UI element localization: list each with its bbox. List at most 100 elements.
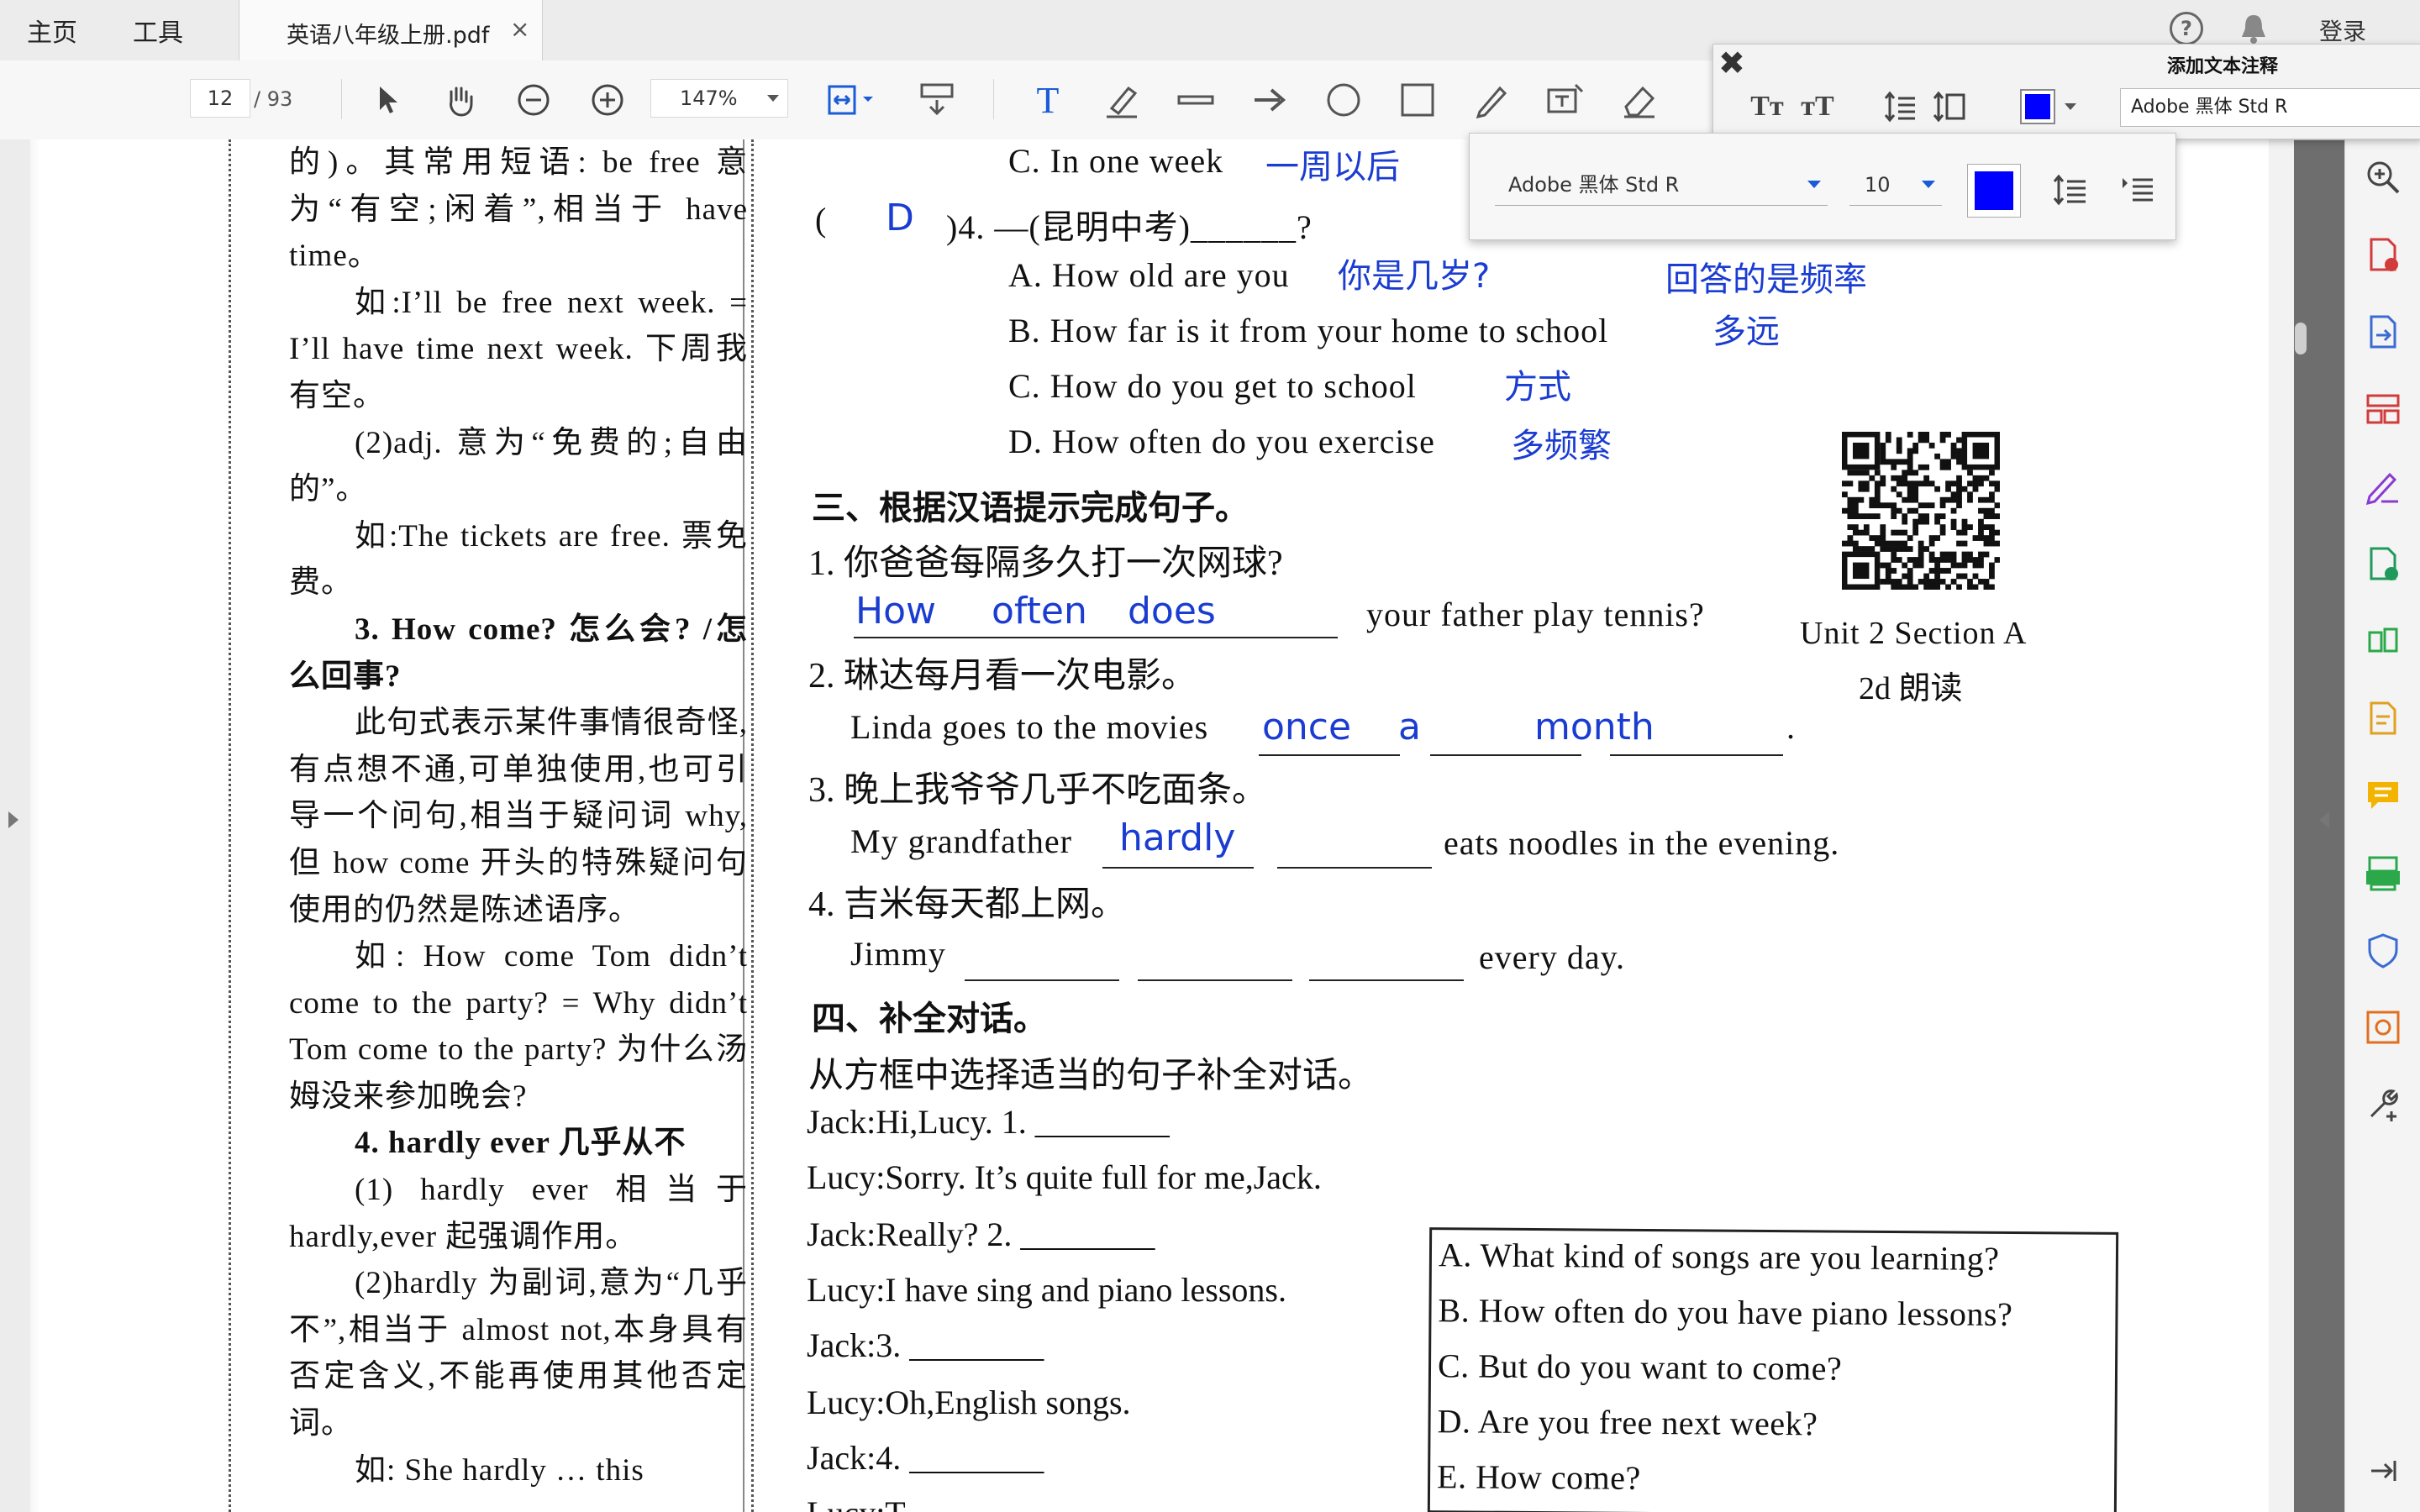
question-4-answer: D	[886, 197, 914, 239]
section-3-item-2-cn: 2. 琳达每月看一次电影。	[808, 657, 1197, 696]
chevron-down-icon[interactable]	[2060, 88, 2081, 125]
pencil-icon[interactable]	[1472, 81, 1511, 119]
dialog-line: Lucy:Sorry. It’s quite full for me,Jack.	[807, 1158, 1322, 1196]
section-3-item-2-en: Linda goes to the movies	[850, 708, 1209, 746]
dialog-line: Jack:4. ________	[807, 1439, 1044, 1477]
paragraph-spacing-icon[interactable]	[1930, 88, 1967, 125]
text-annotation-panel: ✖ 添加文本注释 Tт тT Adobe 黑体 Std R	[1712, 44, 2420, 139]
expand-left-panel-icon[interactable]	[8, 811, 18, 828]
login-link[interactable]: 登录	[2319, 13, 2366, 47]
edit-pdf-icon[interactable]	[2362, 543, 2404, 585]
color-fill	[1975, 171, 2013, 210]
section-3-heading: 三、根据汉语提示完成句子。	[812, 489, 1249, 528]
toolbar-divider	[993, 79, 994, 119]
font-properties-popover: Adobe 黑体 Std R 10	[1469, 133, 2176, 240]
increase-text-size-icon[interactable]: тT	[1799, 88, 1836, 125]
create-form-icon[interactable]	[2362, 697, 2404, 739]
option-b: B. How far is it from your home to schoo…	[1008, 312, 1609, 349]
line-spacing-icon[interactable]	[1881, 88, 1918, 125]
font-size-select[interactable]: 10	[1849, 164, 1942, 206]
paragraph: 此句式表示某件事情很奇怪,有点想不通,可单独使用,也可引导一个问句,相当于疑问词…	[289, 706, 748, 927]
handwritten-note: 方式	[1504, 368, 1571, 407]
tab-home[interactable]: 主页	[27, 12, 77, 49]
document-tab-title: 英语八年级上册.pdf	[287, 23, 490, 49]
answer-line	[1138, 979, 1292, 981]
handwritten-note: 多频繁	[1511, 427, 1612, 465]
optimize-icon[interactable]	[2362, 1006, 2404, 1048]
font-size-value: 10	[1865, 173, 1891, 197]
font-family-select[interactable]: Adobe 黑体 Std R	[1495, 164, 1828, 206]
arrow-tool-icon[interactable]	[1250, 81, 1289, 119]
paragraph: (2)adj. 意为“免费的;自由的”。	[289, 425, 748, 507]
notification-bell-icon[interactable]	[2238, 12, 2269, 45]
ellipse-tool-icon[interactable]	[1324, 81, 1363, 119]
add-text-icon[interactable]: T	[1028, 80, 1067, 121]
question-4-stem: )4. —(昆明中考)______?	[946, 208, 1313, 246]
close-tab-icon[interactable]: ×	[510, 15, 529, 43]
collapse-right-panel-icon[interactable]	[2319, 811, 2329, 828]
zoom-out-icon[interactable]	[514, 81, 553, 119]
zoom-in-icon[interactable]	[588, 81, 627, 119]
dialog-line: Lucy:T...	[807, 1494, 929, 1512]
combine-files-icon[interactable]	[2362, 620, 2404, 662]
tab-tools[interactable]: 工具	[133, 12, 183, 49]
qr-code	[1842, 432, 2000, 590]
period: .	[1786, 708, 1795, 746]
scroll-mode-icon[interactable]	[918, 81, 956, 119]
search-zoom-icon[interactable]	[2362, 156, 2404, 198]
annotation-panel-title: 添加文本注释	[2167, 56, 2279, 77]
option-d: D. How often do you exercise	[1008, 423, 1435, 460]
close-icon[interactable]: ✖	[1718, 45, 1745, 81]
vertical-scrollbar[interactable]	[2269, 139, 2294, 1512]
line-tool-icon[interactable]	[1176, 81, 1215, 119]
pdf-page: 的)。其常用短语: be free 意为“有空;闲着”,相当于 have tim…	[30, 139, 2294, 1512]
paragraph-heading: 3. How come? 怎么会? /怎么回事?	[289, 612, 748, 694]
dialog-line: Jack:3. ________	[807, 1326, 1044, 1364]
select-cursor-icon[interactable]	[368, 81, 407, 119]
comment-icon[interactable]	[2362, 774, 2404, 816]
column-border	[229, 139, 231, 1512]
paragraph: (2)hardly 为副词,意为“几乎不”,相当于 almost not,本身具…	[289, 1266, 748, 1441]
section-4-heading: 四、补全对话。	[812, 1000, 1047, 1038]
decrease-text-size-icon[interactable]: Tт	[1749, 88, 1786, 125]
create-pdf-icon[interactable]	[2362, 234, 2404, 276]
answer-line	[1277, 867, 1432, 869]
export-pdf-icon[interactable]	[2362, 311, 2404, 353]
more-tools-icon[interactable]	[2362, 1084, 2404, 1126]
qr-caption-line1: Unit 2 Section A	[1800, 616, 2028, 651]
annotation-font-field[interactable]: Adobe 黑体 Std R	[2120, 88, 2420, 127]
rectangle-tool-icon[interactable]	[1398, 81, 1437, 119]
zoom-level-select[interactable]: 147%	[650, 79, 788, 118]
chevron-down-icon	[1922, 181, 1935, 188]
page-total: / 93	[254, 87, 293, 111]
collapse-panel-icon[interactable]	[2362, 1450, 2404, 1492]
line-spacing-icon[interactable]	[2049, 169, 2091, 211]
scan-icon[interactable]	[2362, 852, 2404, 894]
right-tools-panel	[2344, 139, 2420, 1512]
tab-document[interactable]: 英语八年级上册.pdf ×	[239, 0, 543, 60]
protect-icon[interactable]	[2362, 929, 2404, 971]
fill-sign-icon[interactable]	[2362, 465, 2404, 507]
handwritten-note: 多远	[1712, 312, 1780, 351]
page-number-input[interactable]: 12	[190, 79, 250, 118]
list-indent-icon[interactable]	[2117, 169, 2159, 211]
section-4-instruction: 从方框中选择适当的句子补全对话。	[808, 1057, 1374, 1095]
question-4-paren: (	[815, 201, 827, 239]
answer-line	[1259, 754, 1400, 756]
option-c-in-one-week: C. In one week	[1008, 142, 1224, 180]
help-icon[interactable]: ?	[2170, 12, 2203, 45]
answer-line	[1309, 979, 1464, 981]
highlight-icon[interactable]	[1102, 81, 1141, 119]
font-color-swatch[interactable]	[1967, 164, 2021, 218]
option-line: E. How come?	[1436, 1457, 1641, 1497]
organize-pages-icon[interactable]	[2362, 388, 2404, 430]
fit-page-icon[interactable]	[823, 81, 877, 119]
option-line: B. How often do you have piano lessons?	[1438, 1291, 2013, 1333]
scrollbar-thumb[interactable]	[2295, 323, 2307, 354]
text-color-swatch[interactable]	[2018, 88, 2058, 125]
hand-tool-icon[interactable]	[440, 81, 479, 119]
chevron-down-icon	[767, 95, 779, 102]
handwritten-note: 你是几岁?	[1338, 257, 1491, 296]
eraser-icon[interactable]	[1620, 81, 1659, 119]
text-box-icon[interactable]	[1546, 81, 1585, 119]
